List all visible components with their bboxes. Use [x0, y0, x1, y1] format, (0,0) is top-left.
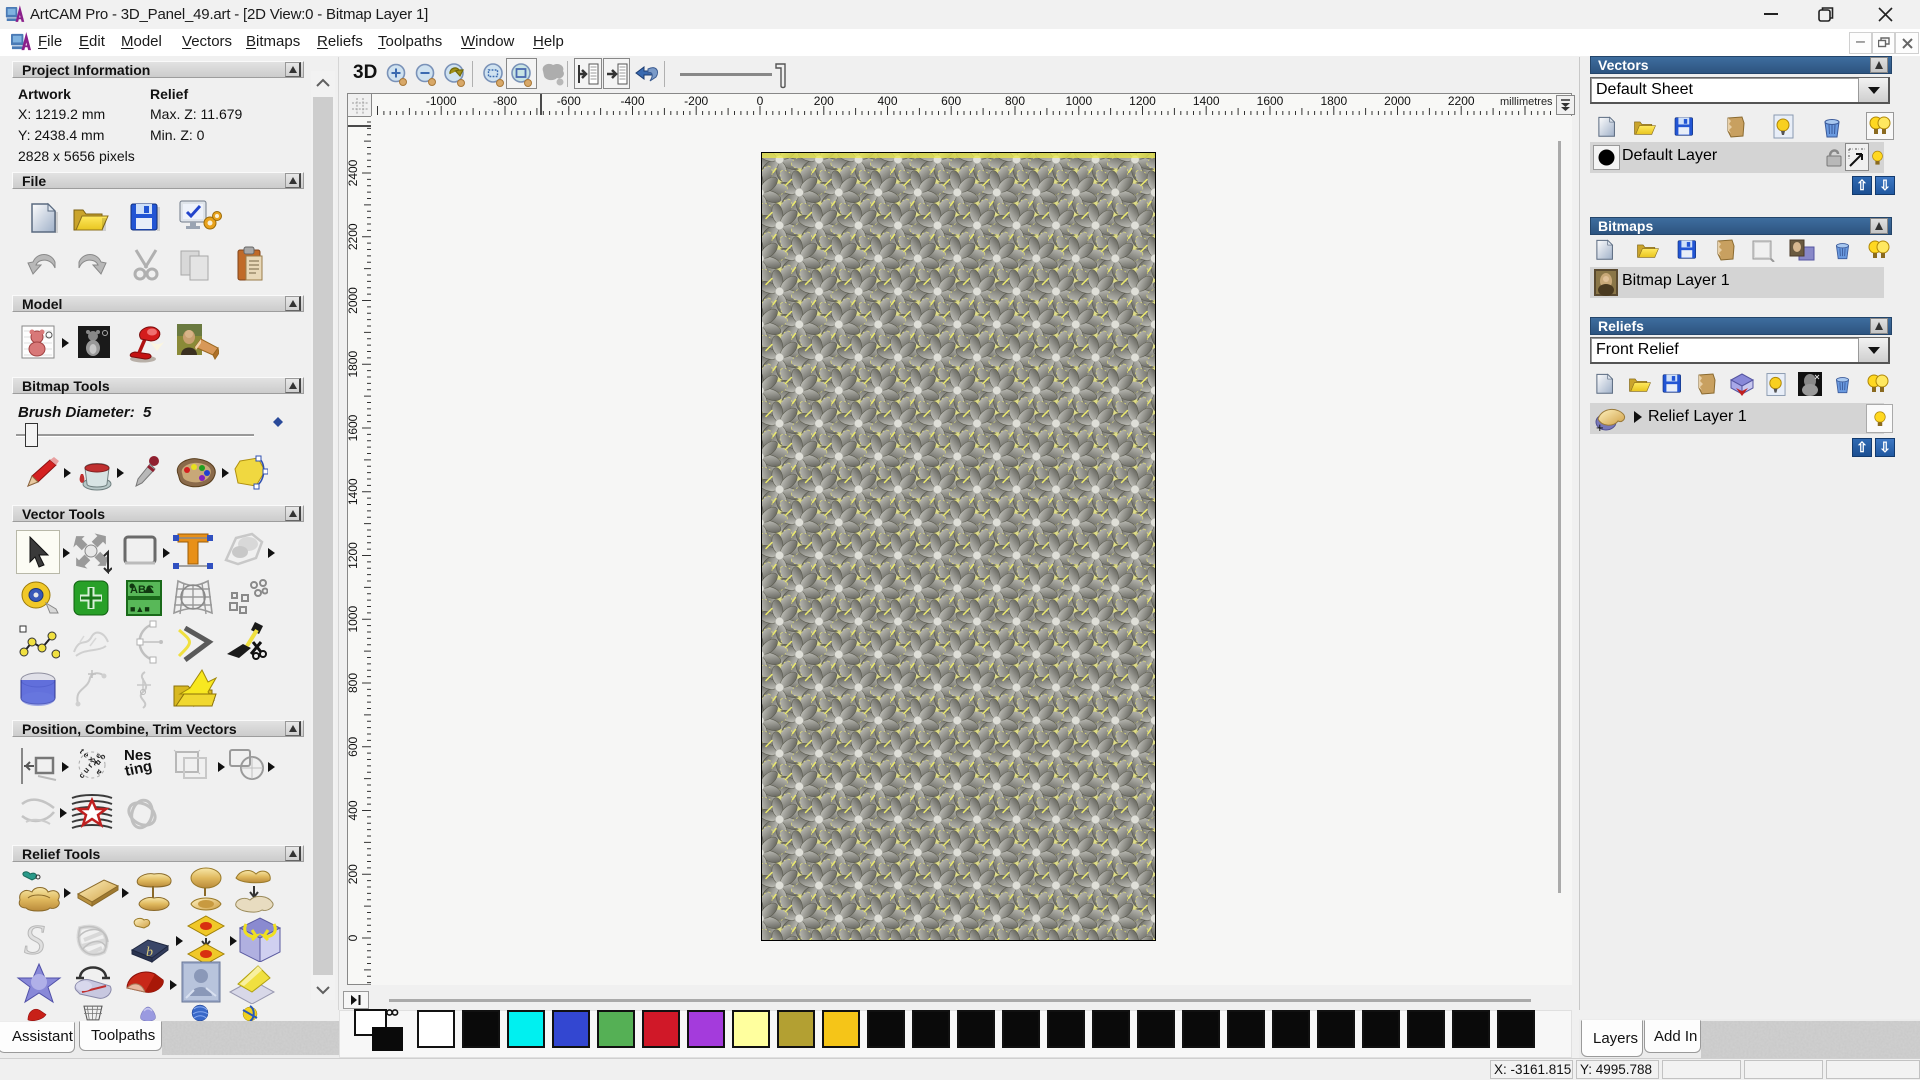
svg-text:600: 600	[348, 736, 360, 756]
svg-text:200: 200	[814, 94, 834, 108]
svg-text:0: 0	[757, 94, 764, 108]
svg-text:1400: 1400	[348, 478, 360, 505]
svg-text:1200: 1200	[348, 542, 360, 569]
svg-text:+: +	[1596, 420, 1604, 433]
svg-text:-800: -800	[493, 94, 517, 108]
svg-text:200: 200	[348, 864, 360, 884]
svg-text:1800: 1800	[348, 351, 360, 378]
svg-text:2200: 2200	[1448, 94, 1475, 108]
svg-text:-600: -600	[557, 94, 581, 108]
svg-text:800: 800	[1005, 94, 1025, 108]
svg-text:1400: 1400	[1193, 94, 1220, 108]
svg-text:800: 800	[348, 673, 360, 693]
svg-text:2000: 2000	[1384, 94, 1411, 108]
svg-text:0: 0	[348, 934, 360, 941]
svg-text:1000: 1000	[348, 606, 360, 633]
svg-text:S: S	[24, 920, 45, 960]
svg-text:-200: -200	[684, 94, 708, 108]
svg-text:1800: 1800	[1320, 94, 1347, 108]
svg-text:1200: 1200	[1129, 94, 1156, 108]
svg-text:-1000: -1000	[426, 94, 457, 108]
svg-text:1600: 1600	[348, 414, 360, 441]
svg-text:600: 600	[941, 94, 961, 108]
svg-text:2000: 2000	[348, 287, 360, 314]
svg-text:-400: -400	[620, 94, 644, 108]
svg-text:400: 400	[877, 94, 897, 108]
svg-text:2200: 2200	[348, 223, 360, 250]
svg-text:1600: 1600	[1257, 94, 1284, 108]
svg-text:■▲■: ■▲■	[130, 604, 150, 614]
svg-text:2400: 2400	[348, 159, 360, 186]
svg-text:400: 400	[348, 800, 360, 820]
svg-text:b: b	[146, 945, 153, 960]
svg-text:1000: 1000	[1065, 94, 1092, 108]
